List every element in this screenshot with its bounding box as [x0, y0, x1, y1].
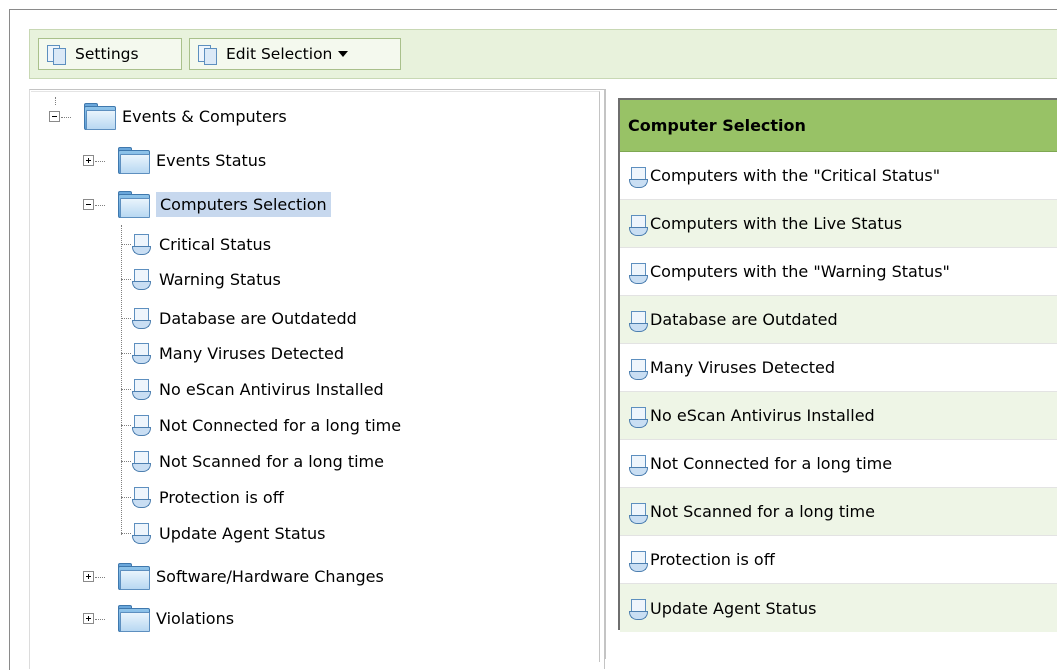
tree-leaf-label: Not Connected for a long time — [159, 415, 402, 435]
expand-icon[interactable] — [83, 154, 94, 166]
document-icon — [196, 43, 218, 65]
tree-node-label: Events Status — [156, 150, 267, 170]
collapse-icon[interactable] — [83, 198, 94, 210]
document-icon — [628, 502, 648, 524]
list-item[interactable]: Not Scanned for a long time — [620, 488, 1057, 536]
folder-icon — [82, 102, 116, 130]
tree-node-software-hardware[interactable]: Software/Hardware Changes — [83, 562, 384, 590]
tree-node-violations[interactable]: Violations — [83, 604, 234, 632]
toolbar: Settings Edit Selection — [29, 29, 1057, 79]
document-icon — [131, 342, 151, 364]
pane-splitter[interactable] — [605, 89, 616, 659]
expand-icon[interactable] — [83, 612, 94, 624]
document-icon — [131, 268, 151, 290]
edit-selection-button[interactable]: Edit Selection — [189, 38, 401, 70]
list-item-label: Not Scanned for a long time — [650, 502, 875, 521]
settings-button[interactable]: Settings — [38, 38, 182, 70]
tree-node-events-status[interactable]: Events Status — [83, 146, 266, 174]
list-item-label: Computers with the Live Status — [650, 214, 903, 233]
folder-icon — [116, 146, 150, 174]
tree-node-label: Events & Computers — [122, 106, 287, 126]
tree-leaf-label: Critical Status — [159, 234, 272, 254]
tree-node-label: Software/Hardware Changes — [156, 566, 384, 586]
computer-selection-panel: Computer Selection Computers with the "C… — [618, 98, 1057, 632]
document-icon — [628, 598, 648, 620]
document-icon — [628, 406, 648, 428]
document-icon — [628, 214, 648, 236]
document-icon — [131, 450, 151, 472]
list-item[interactable]: Database are Outdated — [620, 296, 1057, 344]
list-item-label: Computers with the "Critical Status" — [650, 166, 941, 185]
tree-leaf-many-viruses[interactable]: Many Viruses Detected — [121, 342, 344, 364]
tree-node-computers-selection[interactable]: Computers Selection — [83, 190, 331, 218]
tree-leaf-label: Many Viruses Detected — [159, 343, 345, 363]
tree-leaf-not-connected[interactable]: Not Connected for a long time — [121, 414, 401, 436]
panel-header: Computer Selection — [620, 100, 1057, 152]
list-item[interactable]: Not Connected for a long time — [620, 440, 1057, 488]
document-icon — [628, 310, 648, 332]
folder-icon — [116, 562, 150, 590]
list-item-label: Not Connected for a long time — [650, 454, 893, 473]
document-icon — [628, 262, 648, 284]
tree-leaf-not-scanned[interactable]: Not Scanned for a long time — [121, 450, 384, 472]
list-item[interactable]: Many Viruses Detected — [620, 344, 1057, 392]
document-icon — [131, 233, 151, 255]
tree-leaf-label: Database are Outdatedd — [159, 308, 357, 328]
document-icon — [628, 358, 648, 380]
tree-leaf-label: Warning Status — [159, 269, 281, 289]
tree-leaf-critical-status[interactable]: Critical Status — [121, 233, 271, 255]
tree-leaf-protection-off[interactable]: Protection is off — [121, 486, 284, 508]
list-item[interactable]: Update Agent Status — [620, 584, 1057, 632]
document-icon — [131, 414, 151, 436]
edit-selection-label: Edit Selection — [226, 45, 333, 63]
document-icon — [131, 378, 151, 400]
folder-icon — [116, 190, 150, 218]
tree-leaf-label: No eScan Antivirus Installed — [159, 379, 384, 399]
tree-leaf-label: Not Scanned for a long time — [159, 451, 384, 471]
tree-node-label: Violations — [156, 608, 235, 628]
list-item[interactable]: Computers with the "Critical Status" — [620, 152, 1057, 200]
expand-icon[interactable] — [83, 570, 94, 582]
document-icon — [131, 307, 151, 329]
tree-leaf-warning-status[interactable]: Warning Status — [121, 268, 281, 290]
document-icon — [45, 43, 67, 65]
tree-leaf-database-outdated[interactable]: Database are Outdatedd — [121, 307, 357, 329]
folder-icon — [116, 604, 150, 632]
list-item[interactable]: Computers with the Live Status — [620, 200, 1057, 248]
document-icon — [628, 454, 648, 476]
list-item-label: No eScan Antivirus Installed — [650, 406, 875, 425]
list-item-label: Computers with the "Warning Status" — [650, 262, 950, 281]
tree-leaf-update-agent[interactable]: Update Agent Status — [121, 522, 325, 544]
list-item[interactable]: Computers with the "Warning Status" — [620, 248, 1057, 296]
chevron-down-icon[interactable] — [338, 51, 349, 57]
list-item-label: Update Agent Status — [650, 598, 817, 618]
document-icon — [628, 550, 648, 572]
tree-leaf-label: Protection is off — [159, 487, 284, 507]
document-icon — [131, 522, 151, 544]
settings-label: Settings — [75, 45, 139, 63]
list-item-label: Protection is off — [650, 550, 775, 569]
list-item[interactable]: Protection is off — [620, 536, 1057, 584]
document-icon — [628, 166, 648, 188]
tree-node-label: Computers Selection — [156, 191, 331, 217]
list-item-label: Database are Outdated — [650, 310, 838, 329]
tree-node-root[interactable]: Events & Computers — [49, 102, 287, 130]
list-item-label: Many Viruses Detected — [650, 358, 836, 377]
list-item[interactable]: No eScan Antivirus Installed — [620, 392, 1057, 440]
tree-leaf-label: Update Agent Status — [159, 523, 326, 543]
collapse-icon[interactable] — [49, 110, 60, 122]
document-icon — [131, 486, 151, 508]
tree-leaf-no-escan[interactable]: No eScan Antivirus Installed — [121, 378, 384, 400]
